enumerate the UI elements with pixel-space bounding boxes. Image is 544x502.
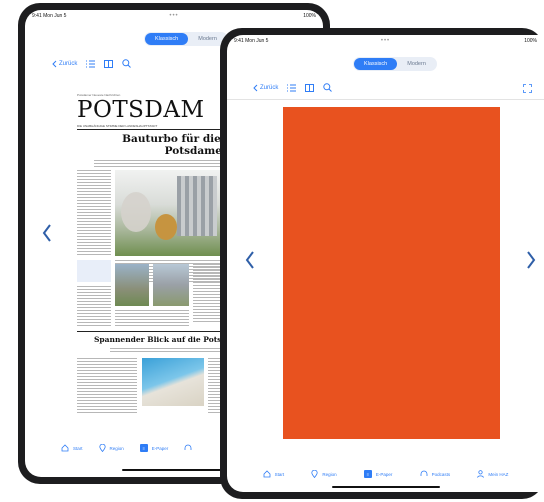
epaper-icon: ≡	[139, 444, 148, 452]
nav-account-label: Mein HAZ	[488, 471, 509, 477]
chevron-left-icon	[245, 251, 254, 269]
article-image-tower	[153, 264, 189, 306]
multitask-dots[interactable]: •••	[169, 13, 178, 19]
back-label: Zurück	[59, 60, 78, 67]
pages-icon[interactable]	[305, 83, 315, 92]
nav-podcasts[interactable]	[184, 444, 192, 452]
nav-epaper-label: E-Paper	[375, 471, 393, 477]
segment-classic[interactable]: Klassisch	[354, 58, 398, 70]
status-bar: 9:41 Mon Jun 5 ••• 100%	[25, 10, 323, 22]
headphones-icon	[420, 470, 428, 476]
article-image-buildings	[115, 264, 149, 306]
home-indicator	[332, 486, 440, 488]
home-icon	[263, 470, 271, 478]
nav-epaper-label: E-Paper	[151, 445, 169, 451]
status-time: 9:41 Mon Jun 5	[234, 38, 269, 44]
previous-page-button[interactable]	[245, 250, 255, 275]
epaper-page[interactable]	[283, 107, 500, 439]
status-bar: 9:41 Mon Jun 5 ••• 100%	[227, 35, 544, 47]
nav-account[interactable]: Mein HAZ	[477, 470, 508, 478]
previous-page-button[interactable]	[42, 223, 52, 248]
text-columns-bottom	[77, 358, 137, 414]
multitask-dots[interactable]: •••	[381, 38, 390, 44]
chevron-left-icon	[42, 224, 51, 242]
nav-start[interactable]: Start	[263, 470, 285, 478]
search-icon[interactable]	[122, 59, 132, 68]
status-time: 9:41 Mon Jun 5	[32, 13, 67, 19]
info-box	[77, 260, 111, 282]
building-shape	[177, 176, 217, 236]
reader-toolbar: Zurück	[52, 59, 132, 68]
article-image-dome	[142, 358, 204, 406]
nav-start-label: Start	[274, 471, 285, 477]
location-icon	[311, 470, 318, 478]
status-battery: 100%	[524, 38, 537, 44]
chevron-left-icon	[253, 84, 258, 91]
text-column-left	[77, 170, 111, 255]
nav-epaper[interactable]: ≡ E-Paper	[139, 444, 169, 452]
segment-classic[interactable]: Klassisch	[145, 33, 189, 45]
tree-shape-2	[155, 214, 177, 240]
nav-region[interactable]: Region	[98, 444, 124, 452]
back-button[interactable]: Zurück	[253, 84, 278, 92]
front-screen: 9:41 Mon Jun 5 ••• 100% Klassisch Modern…	[227, 35, 544, 492]
person-icon	[477, 470, 485, 478]
back-button[interactable]: Zurück	[52, 60, 77, 68]
list-icon[interactable]	[287, 84, 297, 92]
nav-start[interactable]: Start	[61, 444, 83, 452]
toolbar-divider	[227, 99, 544, 100]
nav-start-label: Start	[73, 445, 83, 451]
newspaper-tagline: DIE UNABHÄNGIGE STIMME DER LANDESHAUPTST…	[77, 124, 158, 128]
article-image-courtyard	[115, 170, 221, 256]
nav-podcasts[interactable]: Podcasts	[420, 470, 451, 478]
back-label: Zurück	[260, 84, 279, 91]
segment-modern[interactable]: Modern	[397, 58, 436, 70]
view-mode-segment: Klassisch Modern	[353, 57, 437, 71]
tree-shape	[121, 192, 151, 232]
nav-region-label: Region	[109, 445, 124, 451]
search-icon[interactable]	[323, 83, 333, 92]
view-mode-segment: Klassisch Modern	[144, 32, 228, 46]
pages-icon[interactable]	[104, 59, 114, 68]
chevron-right-icon	[527, 251, 536, 269]
home-indicator	[122, 469, 226, 471]
fullscreen-icon[interactable]	[523, 84, 532, 93]
nav-podcasts-label: Podcasts	[431, 471, 451, 477]
location-icon	[98, 444, 106, 452]
nav-region-label: Region	[322, 471, 337, 477]
status-battery: 100%	[303, 13, 316, 19]
next-page-button[interactable]	[526, 250, 536, 275]
front-tablet: 9:41 Mon Jun 5 ••• 100% Klassisch Modern…	[220, 28, 544, 499]
nav-epaper[interactable]: ≡ E-Paper	[363, 470, 393, 478]
front-bottom-nav: Start Region ≡ E-Paper Podcasts Mein HAZ	[227, 467, 544, 481]
nav-region[interactable]: Region	[311, 470, 337, 478]
text-columns-lower-left	[115, 310, 189, 326]
home-icon	[61, 444, 69, 452]
epaper-icon: ≡	[363, 470, 372, 478]
list-icon[interactable]	[86, 60, 96, 68]
chevron-left-icon	[52, 60, 57, 67]
text-column-left-2	[77, 286, 111, 326]
headphones-icon	[184, 444, 192, 450]
reader-toolbar: Zurück	[253, 83, 333, 92]
newspaper-masthead: POTSDAM	[77, 97, 205, 123]
